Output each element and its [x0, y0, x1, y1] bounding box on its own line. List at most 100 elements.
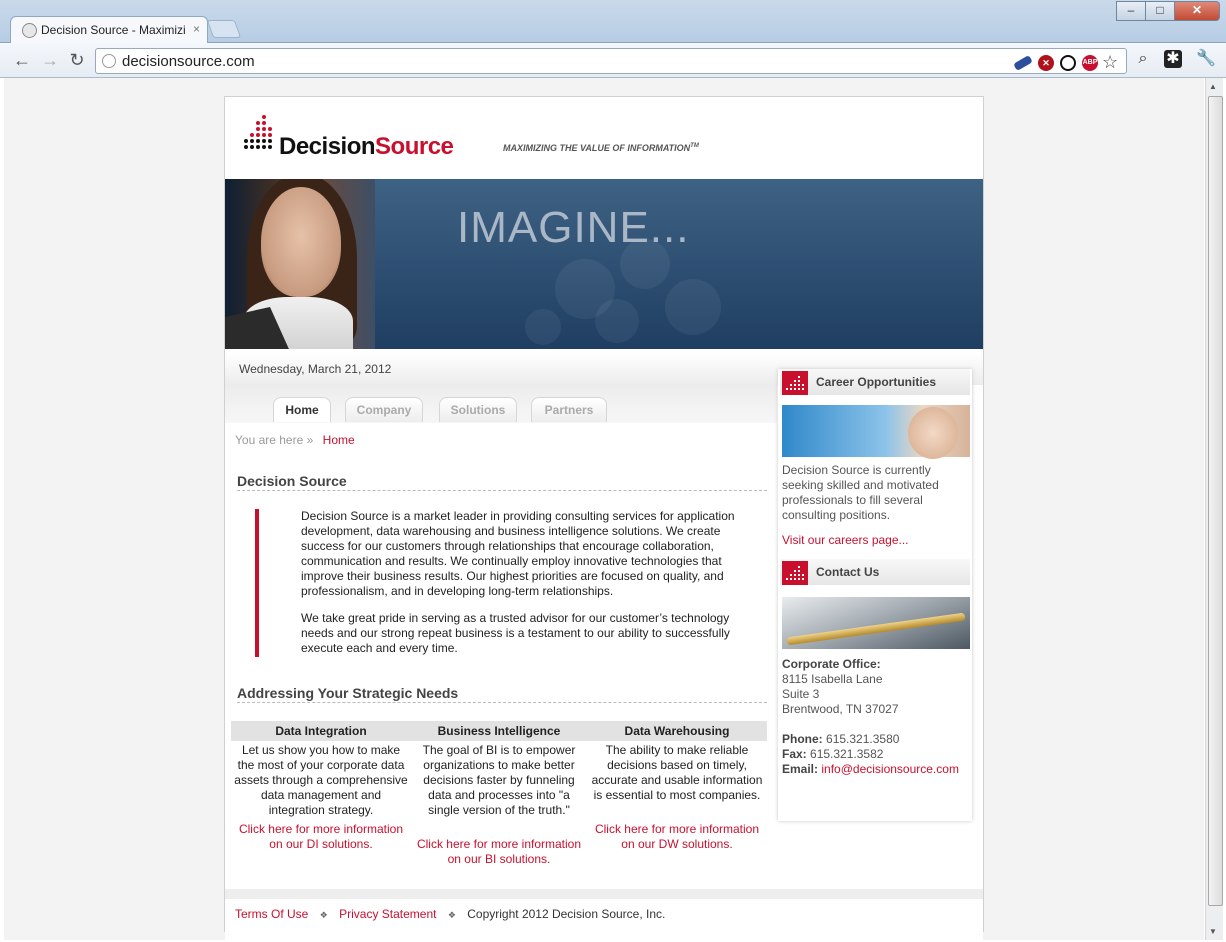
terms-link[interactable]: Terms Of Use: [235, 907, 308, 921]
dw-solutions-link[interactable]: Click here for more information on our D…: [589, 822, 765, 852]
needs-column-di: Data Integration Let us show you how to …: [233, 721, 409, 852]
portrait-face: [261, 187, 341, 297]
tab-close-icon[interactable]: ×: [193, 22, 200, 36]
tagline-text: MAXIMIZING THE VALUE OF INFORMATION: [503, 143, 691, 153]
fax-value: 615.321.3582: [810, 747, 884, 761]
needs-column-dw: Data Warehousing The ability to make rel…: [589, 721, 765, 852]
career-box-title: Career Opportunities: [816, 375, 937, 389]
phone-value: 615.321.3580: [826, 732, 900, 746]
email-link[interactable]: info@decisionsource.com: [821, 762, 959, 776]
site-footer: Terms Of Use ❖ Privacy Statement ❖ Copyr…: [225, 889, 983, 940]
site-tagline: MAXIMIZING THE VALUE OF INFORMATIONTM: [503, 143, 699, 153]
footer-links: Terms Of Use ❖ Privacy Statement ❖ Copyr…: [235, 907, 665, 921]
browser-toolbar: ← → ↻ decisionsource.com ✕ ABP ☆ ⌕ ✱ 🔧: [0, 43, 1226, 78]
address-line-1: 8115 Isabella Lane: [782, 672, 883, 686]
intro-paragraph-1: Decision Source is a market leader in pr…: [301, 509, 735, 598]
banner-portrait-image: [225, 179, 375, 349]
eraser-extension-icon[interactable]: [1013, 55, 1033, 71]
breadcrumb-prefix: You are here: [235, 433, 304, 447]
bi-solutions-link[interactable]: Click here for more information on our B…: [411, 837, 587, 867]
wrench-icon[interactable]: 🔧: [1196, 50, 1216, 68]
di-solutions-link[interactable]: Click here for more information on our D…: [233, 822, 409, 852]
contact-details: Corporate Office: 8115 Isabella Lane Sui…: [782, 657, 968, 777]
url-text[interactable]: decisionsource.com: [122, 53, 255, 70]
contact-box-title: Contact Us: [816, 565, 880, 579]
contact-box-header: Contact Us: [780, 559, 970, 585]
tab-home[interactable]: Home: [273, 397, 331, 422]
logo-dots-icon[interactable]: [242, 114, 274, 154]
close-window-button[interactable]: ✕: [1174, 1, 1220, 21]
needs-column-bi: Business Intelligence The goal of BI is …: [411, 721, 587, 867]
sidebar: Career Opportunities Decision Source is …: [778, 369, 972, 821]
privacy-link[interactable]: Privacy Statement: [339, 907, 436, 921]
careers-page-link[interactable]: Visit our careers page...: [782, 533, 909, 547]
reload-icon[interactable]: ↻: [67, 50, 87, 70]
site-page: DecisionSource MAXIMIZING THE VALUE OF I…: [224, 96, 984, 940]
site-logo[interactable]: DecisionSource: [279, 133, 454, 161]
breadcrumb-arrow: »: [306, 433, 314, 447]
refresh-extension-icon[interactable]: [1060, 55, 1076, 71]
breadcrumb: You are here » Home: [235, 433, 355, 447]
site-header: DecisionSource MAXIMIZING THE VALUE OF I…: [225, 97, 983, 175]
career-image-face: [908, 407, 958, 459]
tab-solutions[interactable]: Solutions: [439, 397, 517, 422]
current-date: Wednesday, March 21, 2012: [239, 362, 392, 376]
tab-company[interactable]: Company: [345, 397, 423, 422]
logo-source: Source: [375, 133, 454, 160]
adblock-extension-icon[interactable]: ABP: [1082, 55, 1098, 71]
intro-paragraph-2: We take great pride in serving as a trus…: [301, 611, 730, 655]
intro-heading: Decision Source: [237, 473, 767, 491]
needs-column-heading: Data Warehousing: [624, 724, 730, 738]
career-image: [782, 405, 970, 459]
block-extension-icon[interactable]: ✕: [1038, 55, 1054, 71]
fax-label: Fax:: [782, 747, 807, 761]
tab-partners[interactable]: Partners: [531, 397, 607, 422]
banner-bubble: [595, 299, 639, 343]
needs-column-body: The goal of BI is to empower organizatio…: [422, 743, 576, 817]
footer-separator: ❖: [447, 910, 456, 920]
translate-extension-icon[interactable]: ⌕: [1134, 50, 1152, 68]
needs-column-body: Let us show you how to make the most of …: [234, 743, 408, 817]
logo-decision: Decision: [279, 133, 376, 160]
email-label: Email:: [782, 762, 819, 776]
needs-column-heading: Data Integration: [275, 724, 367, 738]
contact-image: [782, 597, 970, 649]
banner-bubble: [525, 309, 561, 345]
page-info-icon[interactable]: [102, 54, 116, 68]
globe-icon: [22, 23, 37, 38]
minimize-button[interactable]: –: [1116, 1, 1146, 21]
vertical-scrollbar[interactable]: ▲ ▼: [1205, 78, 1223, 940]
scroll-down-icon[interactable]: ▼: [1209, 927, 1217, 936]
address-bar[interactable]: decisionsource.com ✕ ABP ☆: [95, 48, 1127, 74]
logo-dots-icon: [782, 371, 808, 395]
career-box-header: Career Opportunities: [780, 369, 970, 395]
logo-dots-icon: [782, 561, 808, 585]
extension-puzzle-icon[interactable]: ✱: [1164, 50, 1182, 68]
address-line-3: Brentwood, TN 37027: [782, 702, 899, 716]
bookmark-star-icon[interactable]: ☆: [1102, 52, 1118, 73]
tagline-trademark: TM: [690, 143, 699, 149]
needs-column-heading: Business Intelligence: [437, 724, 561, 738]
forward-icon[interactable]: →: [40, 50, 60, 70]
browser-tab[interactable]: Decision Source - Maximizi ×: [10, 16, 208, 43]
main-nav: Home Company Solutions Partners: [225, 385, 777, 423]
scrollbar-thumb[interactable]: [1208, 96, 1223, 906]
breadcrumb-home-link[interactable]: Home: [323, 433, 355, 447]
career-description: Decision Source is currently seeking ski…: [782, 463, 939, 522]
page-viewport: DecisionSource MAXIMIZING THE VALUE OF I…: [4, 78, 1204, 940]
tab-title: Decision Source - Maximizi: [41, 23, 186, 37]
maximize-button[interactable]: □: [1145, 1, 1175, 21]
new-tab-button[interactable]: [206, 20, 242, 38]
scroll-up-icon[interactable]: ▲: [1209, 82, 1217, 91]
back-icon[interactable]: ←: [12, 50, 32, 70]
footer-separator: ❖: [319, 910, 328, 920]
pen-image: [786, 612, 966, 646]
office-label: Corporate Office:: [782, 657, 881, 671]
window-title-bar: Decision Source - Maximizi × – □ ✕: [0, 0, 1226, 43]
strategic-needs-heading: Addressing Your Strategic Needs: [237, 685, 767, 703]
banner-headline: IMAGINE...: [457, 203, 690, 252]
banner-bubble: [665, 279, 721, 335]
hero-banner: IMAGINE...: [225, 179, 983, 349]
phone-label: Phone:: [782, 732, 823, 746]
address-line-2: Suite 3: [782, 687, 820, 701]
